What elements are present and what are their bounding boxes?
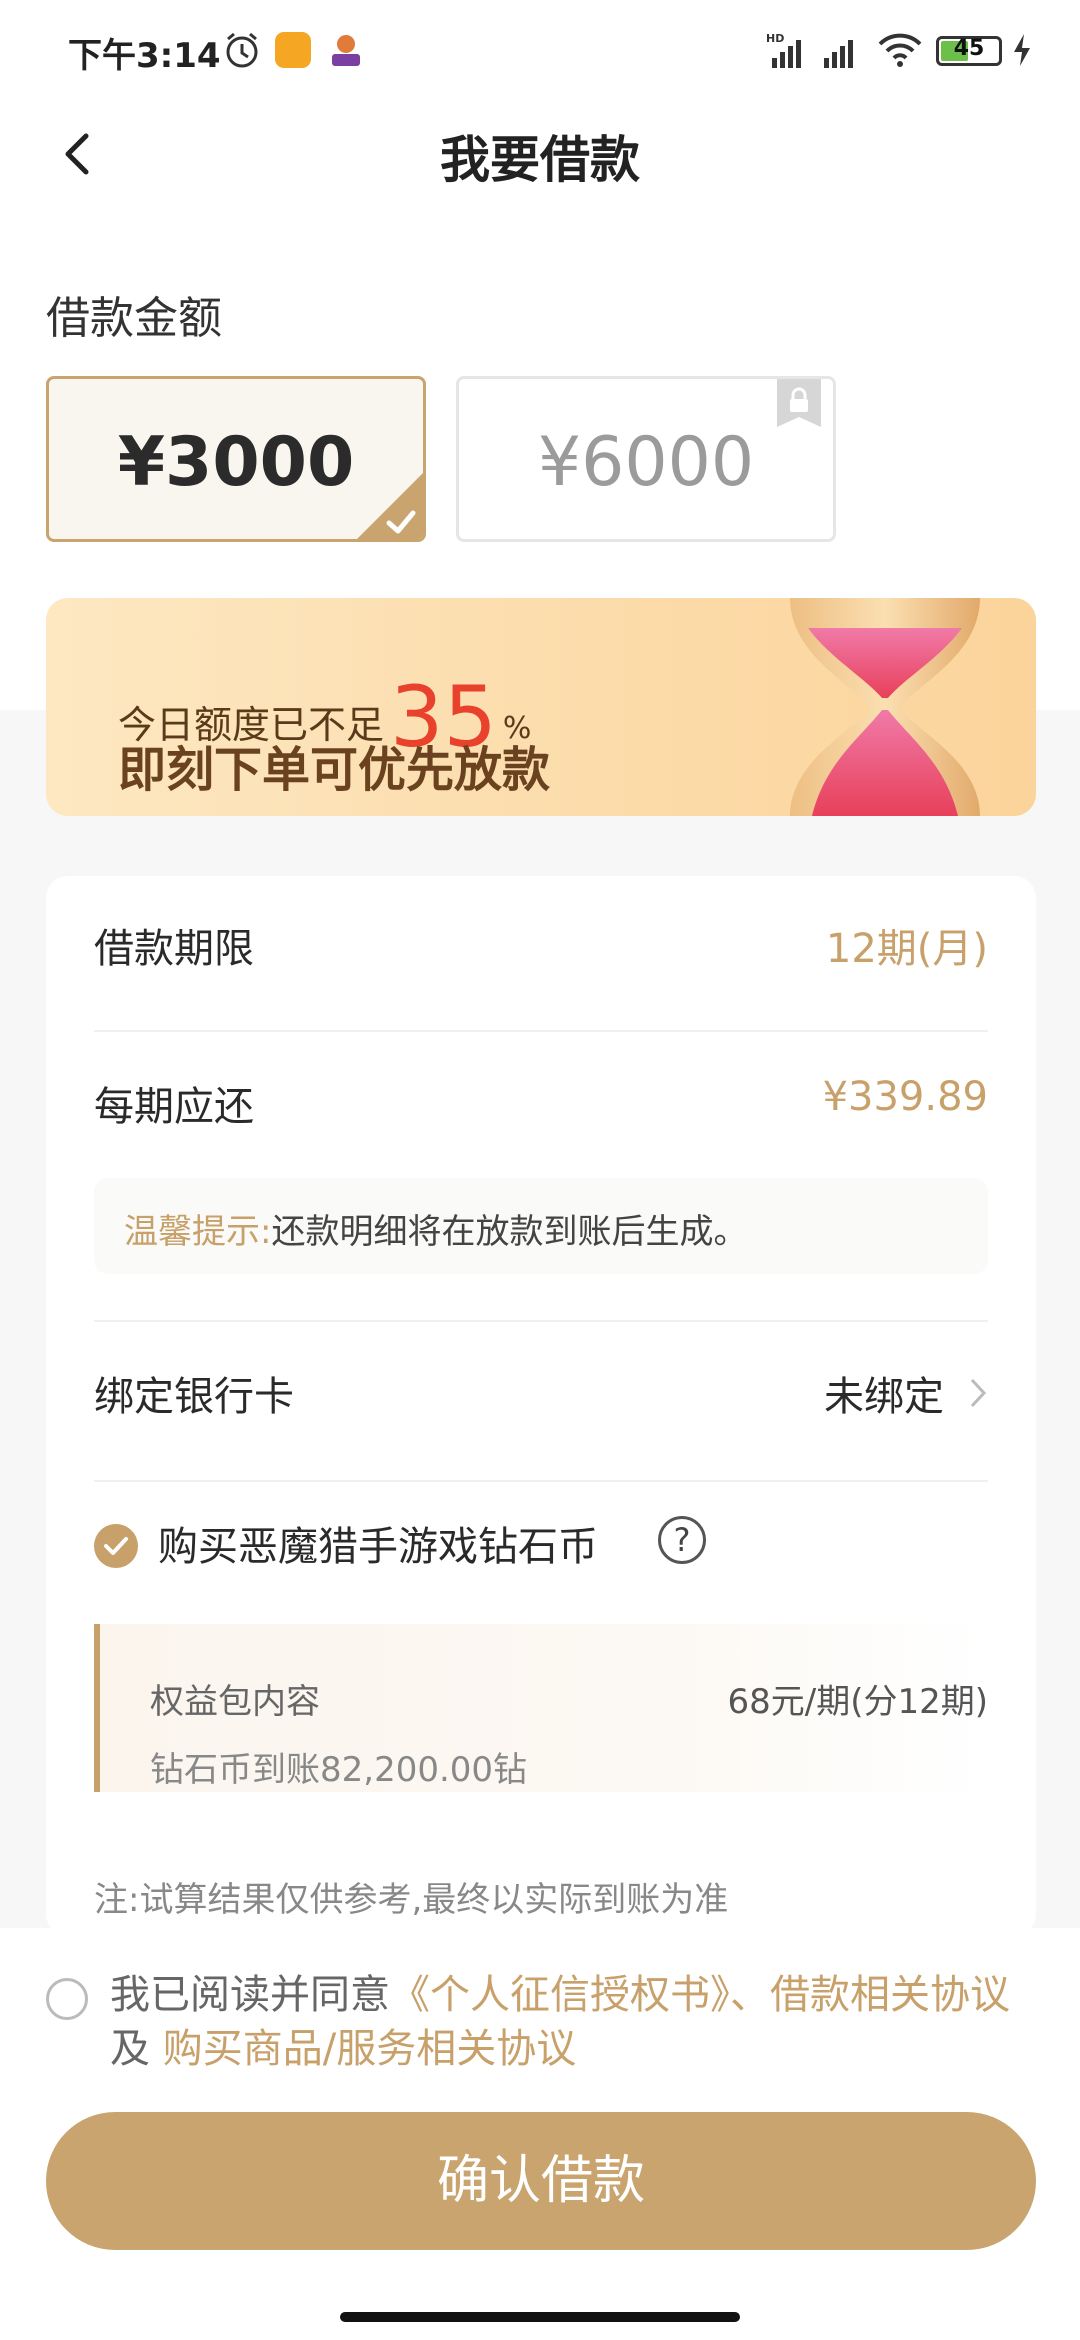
installment-value: ¥339.89 [822,1074,988,1120]
loan-details-card: 借款期限 12期(月) 每期应还 ¥339.89 温馨提示:还款明细将在放款到账… [46,876,1036,1936]
svg-text:HD: HD [766,32,784,45]
alarm-icon [226,32,258,68]
tip-title: 温馨提示: [124,1212,272,1252]
agreement-link-credit[interactable]: 《个人征信授权书》、借款相关协议 [390,1972,1010,2018]
benefit-package: 权益包内容 68元/期(分12期) 钻石币到账82,200.00钻 [94,1624,988,1792]
divider [94,1030,988,1032]
status-bar: 下午3:14 HD 45 [0,0,1080,100]
amount-option-text: ¥6000 [537,423,755,502]
help-icon[interactable]: ? [658,1516,706,1564]
signal-icon [824,40,853,68]
lock-icon [777,379,821,427]
battery-text: 45 [953,36,985,61]
home-indicator [340,2312,740,2322]
agreement-text: 我已阅读并同意《个人征信授权书》、借款相关协议 及 购买商品/服务相关协议 [110,1968,1040,2076]
confirm-loan-button[interactable]: 确认借款 [46,2112,1036,2250]
battery-icon: 45 [936,36,1002,66]
installment-row: 每期应还 ¥339.89 [94,1074,988,1134]
bank-card-label: 绑定银行卡 [94,1374,294,1420]
app-notification-icon [332,35,360,66]
check-icon [357,473,423,539]
disclaimer-note: 注:试算结果仅供参考,最终以实际到账为准 [94,1880,729,1920]
check-icon [104,1537,128,1555]
agree-prefix: 我已阅读并同意 [110,1972,390,2018]
amount-option-3000[interactable]: ¥3000 [46,376,426,542]
header: 我要借款 [0,110,1080,200]
chevron-right-icon [970,1378,987,1408]
status-time: 下午3:14 [68,36,221,76]
benefit-price: 68元/期(分12期) [727,1682,988,1722]
agreement-link-purchase[interactable]: 购买商品/服务相关协议 [163,2026,576,2072]
quota-banner: 今日额度已不足35% 即刻下单可优先放款 [46,598,1036,816]
product-label: 购买恶魔猎手游戏钻石币 [158,1524,598,1570]
benefit-description: 钻石币到账82,200.00钻 [150,1750,528,1790]
bank-card-value: 未绑定 [824,1374,944,1420]
repayment-tip: 温馨提示:还款明细将在放款到账后生成。 [94,1178,988,1274]
agree-radio[interactable] [46,1978,88,2020]
app-notification-icon [275,32,311,68]
signal-hd-icon: HD [766,32,801,68]
product-checkbox[interactable] [94,1524,138,1568]
term-value: 12期(月) [825,926,988,972]
page-title: 我要借款 [440,131,640,189]
amount-label: 借款金额 [46,293,222,344]
agree-and: 及 [110,2026,163,2072]
divider [94,1480,988,1482]
wifi-icon [878,33,922,67]
benefit-title: 权益包内容 [150,1682,320,1722]
bank-card-row[interactable]: 绑定银行卡 未绑定 [94,1364,988,1424]
charging-icon [1014,34,1030,66]
banner-headline: 即刻下单可优先放款 [118,742,551,798]
term-label: 借款期限 [94,926,254,972]
term-row[interactable]: 借款期限 12期(月) [94,916,988,976]
installment-label: 每期应还 [94,1084,254,1130]
tip-text-wrap: 温馨提示:还款明细将在放款到账后生成。 [124,1204,747,1253]
amount-option-6000[interactable]: ¥6000 [456,376,836,542]
tip-text: 还款明细将在放款到账后生成。 [271,1212,748,1252]
hourglass-icon [790,598,980,816]
divider [94,1320,988,1322]
footer: 我已阅读并同意《个人征信授权书》、借款相关协议 及 购买商品/服务相关协议 确认… [0,1928,1080,2340]
